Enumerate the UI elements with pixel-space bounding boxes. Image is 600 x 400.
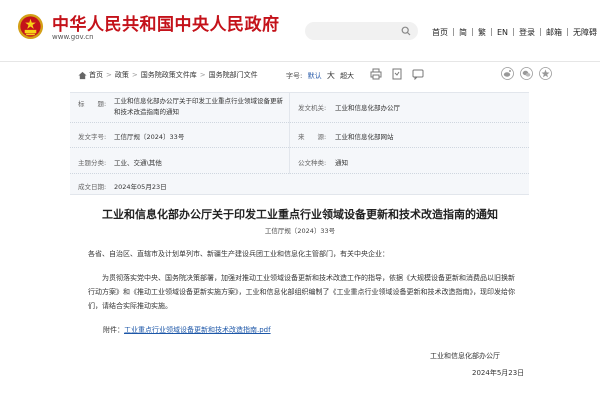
collect-icon[interactable]: [391, 68, 403, 80]
meta-row-title: 标 题: 工业和信息化部办公厅关于印发工业重点行业领域设备更新和技术改造指南的通…: [70, 93, 529, 123]
message-icon[interactable]: [412, 68, 424, 80]
meta-type-value: 通知: [335, 159, 348, 167]
top-nav: 首页 简 繁 EN 登录 邮箱 无障碍: [427, 26, 600, 38]
meta-docno-label: 发文字号:: [78, 133, 107, 141]
meta-category-value: 工业、交通\其他: [114, 159, 162, 167]
nav-traditional[interactable]: 繁: [473, 27, 491, 38]
print-icon[interactable]: [370, 68, 382, 80]
article-signer: 工业和信息化部办公厅: [430, 352, 500, 360]
home-icon: [78, 71, 87, 79]
nav-english[interactable]: EN: [492, 28, 513, 37]
font-size-label: 字号:: [286, 72, 303, 80]
breadcrumb-separator: >: [199, 71, 206, 79]
attachment-line: 附件：工业重点行业领域设备更新和技术改造指南.pdf: [103, 323, 271, 337]
meta-issuer-label: 发文机关:: [298, 104, 327, 112]
site-url: www.gov.cn: [52, 33, 94, 41]
qzone-icon[interactable]: [539, 67, 552, 80]
nav-accessibility[interactable]: 无障碍: [568, 27, 600, 38]
nav-login[interactable]: 登录: [514, 27, 540, 38]
search-input[interactable]: [305, 22, 418, 40]
attachment-link[interactable]: 工业重点行业领域设备更新和技术改造指南.pdf: [124, 326, 271, 334]
meta-source-value: 工业和信息化部网站: [335, 133, 394, 141]
meta-title-value: 工业和信息化部办公厅关于印发工业重点行业领域设备更新和技术改造指南的通知: [114, 97, 283, 116]
meta-type-label: 公文种类:: [298, 159, 327, 167]
breadcrumb-separator: >: [106, 71, 112, 79]
share-bar: [501, 67, 558, 80]
meta-title-label: 标 题:: [78, 100, 107, 108]
nav-simplified[interactable]: 简: [454, 27, 472, 38]
breadcrumb-bar: 首页 > 政策 > 国务院政策文件库 > 国务院部门文件 字号: 默认 大 超大: [0, 62, 600, 88]
article-docno: 工信厅规〔2024〕33号: [264, 227, 336, 235]
font-size-default[interactable]: 默认: [308, 72, 322, 80]
weibo-icon[interactable]: [501, 67, 514, 80]
meta-issuer-value: 工业和信息化部办公厅: [335, 104, 400, 112]
meta-docno-value: 工信厅规〔2024〕33号: [114, 133, 185, 141]
meta-row-docno: 发文字号: 工信厅规〔2024〕33号 来 源: 工业和信息化部网站: [70, 123, 529, 148]
article-title: 工业和信息化部办公厅关于印发工业重点行业领域设备更新和技术改造指南的通知: [102, 208, 498, 221]
breadcrumb-department-docs[interactable]: 国务院部门文件: [209, 70, 258, 80]
breadcrumb: 首页 > 政策 > 国务院政策文件库 > 国务院部门文件: [78, 70, 258, 80]
font-size-large[interactable]: 大: [327, 71, 335, 80]
breadcrumb-policy[interactable]: 政策: [115, 70, 129, 80]
article-body: 为贯彻落实党中央、国务院决策部署，加强对推动工业领域设备更新和技术改造工作的指导…: [88, 274, 515, 310]
meta-row-category: 主题分类: 工业、交通\其他 公文种类: 通知: [70, 148, 529, 174]
meta-source-label: 来 源:: [298, 133, 327, 141]
site-header: 中华人民共和国中央人民政府 www.gov.cn 首页 简 繁 EN 登录 邮箱…: [0, 0, 600, 62]
national-emblem-icon[interactable]: [17, 13, 44, 40]
nav-mail[interactable]: 邮箱: [541, 27, 567, 38]
font-size-switcher: 字号: 默认 大 超大: [286, 70, 354, 81]
article-addressee: 各省、自治区、直辖市及计划单列市、新疆生产建设兵团工业和信息化主管部门，有关中央…: [88, 250, 389, 258]
breadcrumb-home[interactable]: 首页: [89, 70, 103, 80]
meta-row-date: 成文日期: 2024年05月23日: [70, 174, 529, 195]
article-tools: [370, 68, 433, 80]
article-sign-date: 2024年5月23日: [472, 369, 525, 377]
search-icon[interactable]: [401, 26, 411, 36]
nav-home[interactable]: 首页: [427, 27, 453, 38]
breadcrumb-policy-library[interactable]: 国务院政策文件库: [141, 70, 197, 80]
meta-category-label: 主题分类:: [78, 159, 107, 167]
wechat-icon[interactable]: [520, 67, 533, 80]
font-size-xlarge[interactable]: 超大: [340, 72, 354, 80]
breadcrumb-separator: >: [131, 71, 138, 79]
meta-date-value: 2024年05月23日: [114, 183, 167, 191]
document-meta-table: 标 题: 工业和信息化部办公厅关于印发工业重点行业领域设备更新和技术改造指南的通…: [70, 92, 529, 195]
page: 中华人民共和国中央人民政府 www.gov.cn 首页 简 繁 EN 登录 邮箱…: [0, 0, 600, 400]
meta-date-label: 成文日期:: [78, 183, 107, 191]
site-name[interactable]: 中华人民共和国中央人民政府: [52, 10, 280, 35]
attachment-label: 附件：: [103, 326, 124, 334]
